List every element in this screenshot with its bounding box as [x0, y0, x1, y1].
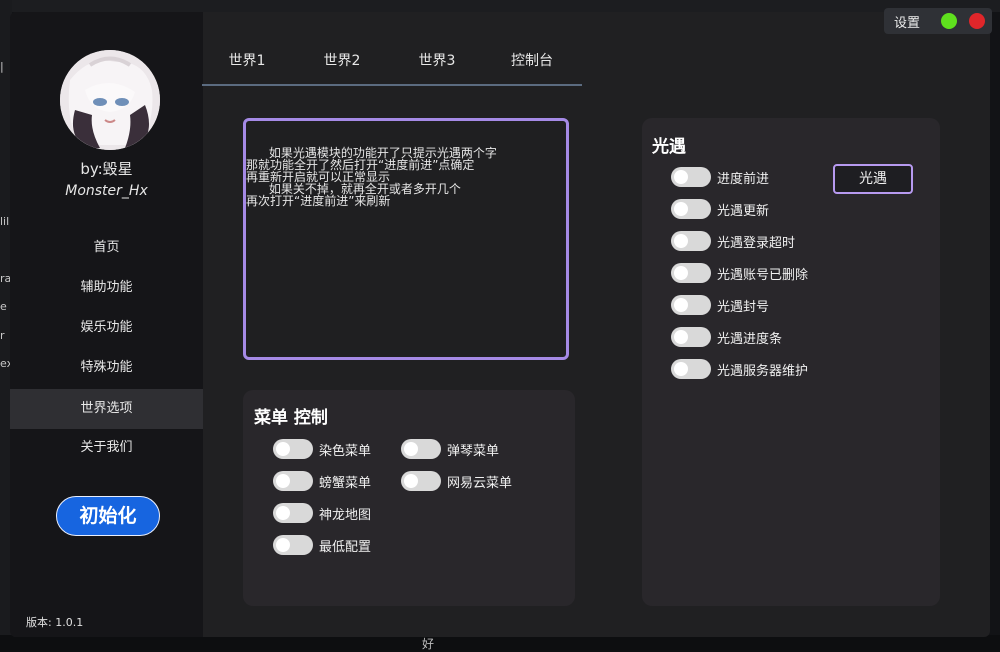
toggle-row: 弹琴菜单 [401, 439, 499, 459]
netease-menu-toggle[interactable] [401, 471, 441, 491]
nav-special[interactable]: 特殊功能 [10, 348, 203, 388]
initialize-button[interactable]: 初始化 [56, 496, 160, 536]
author-handle: Monster_Hx [65, 183, 148, 199]
dragon-map-toggle[interactable] [273, 503, 313, 523]
toggle-label: 光遇登录超时 [717, 235, 796, 251]
menu-panel-title: 菜单 控制 [254, 408, 328, 428]
nav-about[interactable]: 关于我们 [10, 428, 203, 468]
sky-panel-title: 光遇 [652, 137, 686, 157]
nav-assist[interactable]: 辅助功能 [10, 268, 203, 308]
toggle-label: 网易云菜单 [447, 475, 513, 491]
minimize-dot-icon[interactable] [941, 13, 957, 29]
progress-bar-toggle[interactable] [671, 327, 711, 347]
background-titlebar [0, 0, 1000, 12]
nav-entertainment[interactable]: 娱乐功能 [10, 308, 203, 348]
tab-world-1[interactable]: 世界1 [202, 46, 292, 82]
server-maintenance-toggle[interactable] [671, 359, 711, 379]
toggle-label: 进度前进 [717, 171, 770, 187]
piano-menu-toggle[interactable] [401, 439, 441, 459]
world-tabs: 世界1 世界2 世界3 控制台 [202, 46, 582, 86]
account-banned-toggle[interactable] [671, 295, 711, 315]
toggle-label: 最低配置 [319, 539, 372, 555]
toggle-label: 光遇进度条 [717, 331, 783, 347]
toggle-label: 光遇服务器维护 [717, 363, 809, 379]
toggle-label: 染色菜单 [319, 443, 372, 459]
toggle-row: 神龙地图 [273, 503, 371, 523]
window-controls: 设置 [884, 8, 992, 34]
app-window: by:毁星 Monster_Hx 首页 辅助功能 娱乐功能 特殊功能 世界选项 … [10, 12, 990, 637]
low-config-toggle[interactable] [273, 535, 313, 555]
info-line: 再次打开“进度前进”来刷新 [246, 194, 391, 208]
toggle-row: 进度前进 [671, 167, 769, 187]
toggle-row: 光遇更新 [671, 199, 769, 219]
toggle-row: 光遇账号已删除 [671, 263, 808, 283]
toggle-label: 弹琴菜单 [447, 443, 500, 459]
toggle-label: 光遇更新 [717, 203, 770, 219]
bg-text-fragment: r [0, 329, 5, 342]
nav-world-options[interactable]: 世界选项 [10, 389, 203, 429]
toggle-row: 光遇登录超时 [671, 231, 795, 251]
sky-update-toggle[interactable] [671, 199, 711, 219]
sidebar: by:毁星 Monster_Hx 首页 辅助功能 娱乐功能 特殊功能 世界选项 … [10, 12, 203, 637]
toggle-label: 神龙地图 [319, 507, 372, 523]
toggle-row: 网易云菜单 [401, 471, 512, 491]
avatar [60, 50, 160, 150]
toggle-row: 光遇进度条 [671, 327, 782, 347]
nav-home[interactable]: 首页 [10, 228, 203, 268]
bg-text-fragment: e [0, 300, 7, 313]
toggle-row: 光遇封号 [671, 295, 769, 315]
account-deleted-toggle[interactable] [671, 263, 711, 283]
close-dot-icon[interactable] [969, 13, 985, 29]
toggle-row: 光遇服务器维护 [671, 359, 808, 379]
settings-button[interactable]: 设置 [894, 12, 920, 31]
dye-menu-toggle[interactable] [273, 439, 313, 459]
toggle-label: 光遇账号已删除 [717, 267, 809, 283]
tab-console[interactable]: 控制台 [487, 46, 577, 82]
crab-menu-toggle[interactable] [273, 471, 313, 491]
background-taskbar: 好 [0, 635, 1000, 651]
toggle-row: 螃蟹菜单 [273, 471, 371, 491]
info-text-box: 如果光遇模块的功能开了只提示光遇两个字 那就功能全开了然后打开“进度前进”点确定… [243, 118, 569, 360]
tab-world-2[interactable]: 世界2 [297, 46, 387, 82]
bg-text-fragment: | [0, 60, 4, 73]
author-name: by:毁星 [80, 160, 133, 178]
toggle-label: 螃蟹菜单 [319, 475, 372, 491]
toggle-label: 光遇封号 [717, 299, 770, 315]
menu-control-panel: 菜单 控制 染色菜单 螃蟹菜单 神龙地图 最低配置 弹琴菜单 网易云菜单 [243, 390, 575, 606]
version-label: 版本: 1.0.1 [26, 616, 84, 629]
toggle-row: 最低配置 [273, 535, 371, 555]
progress-forward-toggle[interactable] [671, 167, 711, 187]
toggle-row: 染色菜单 [273, 439, 371, 459]
login-timeout-toggle[interactable] [671, 231, 711, 251]
tab-world-3[interactable]: 世界3 [392, 46, 482, 82]
sky-button[interactable]: 光遇 [833, 164, 913, 194]
bg-text-fragment: 好 [422, 637, 435, 651]
